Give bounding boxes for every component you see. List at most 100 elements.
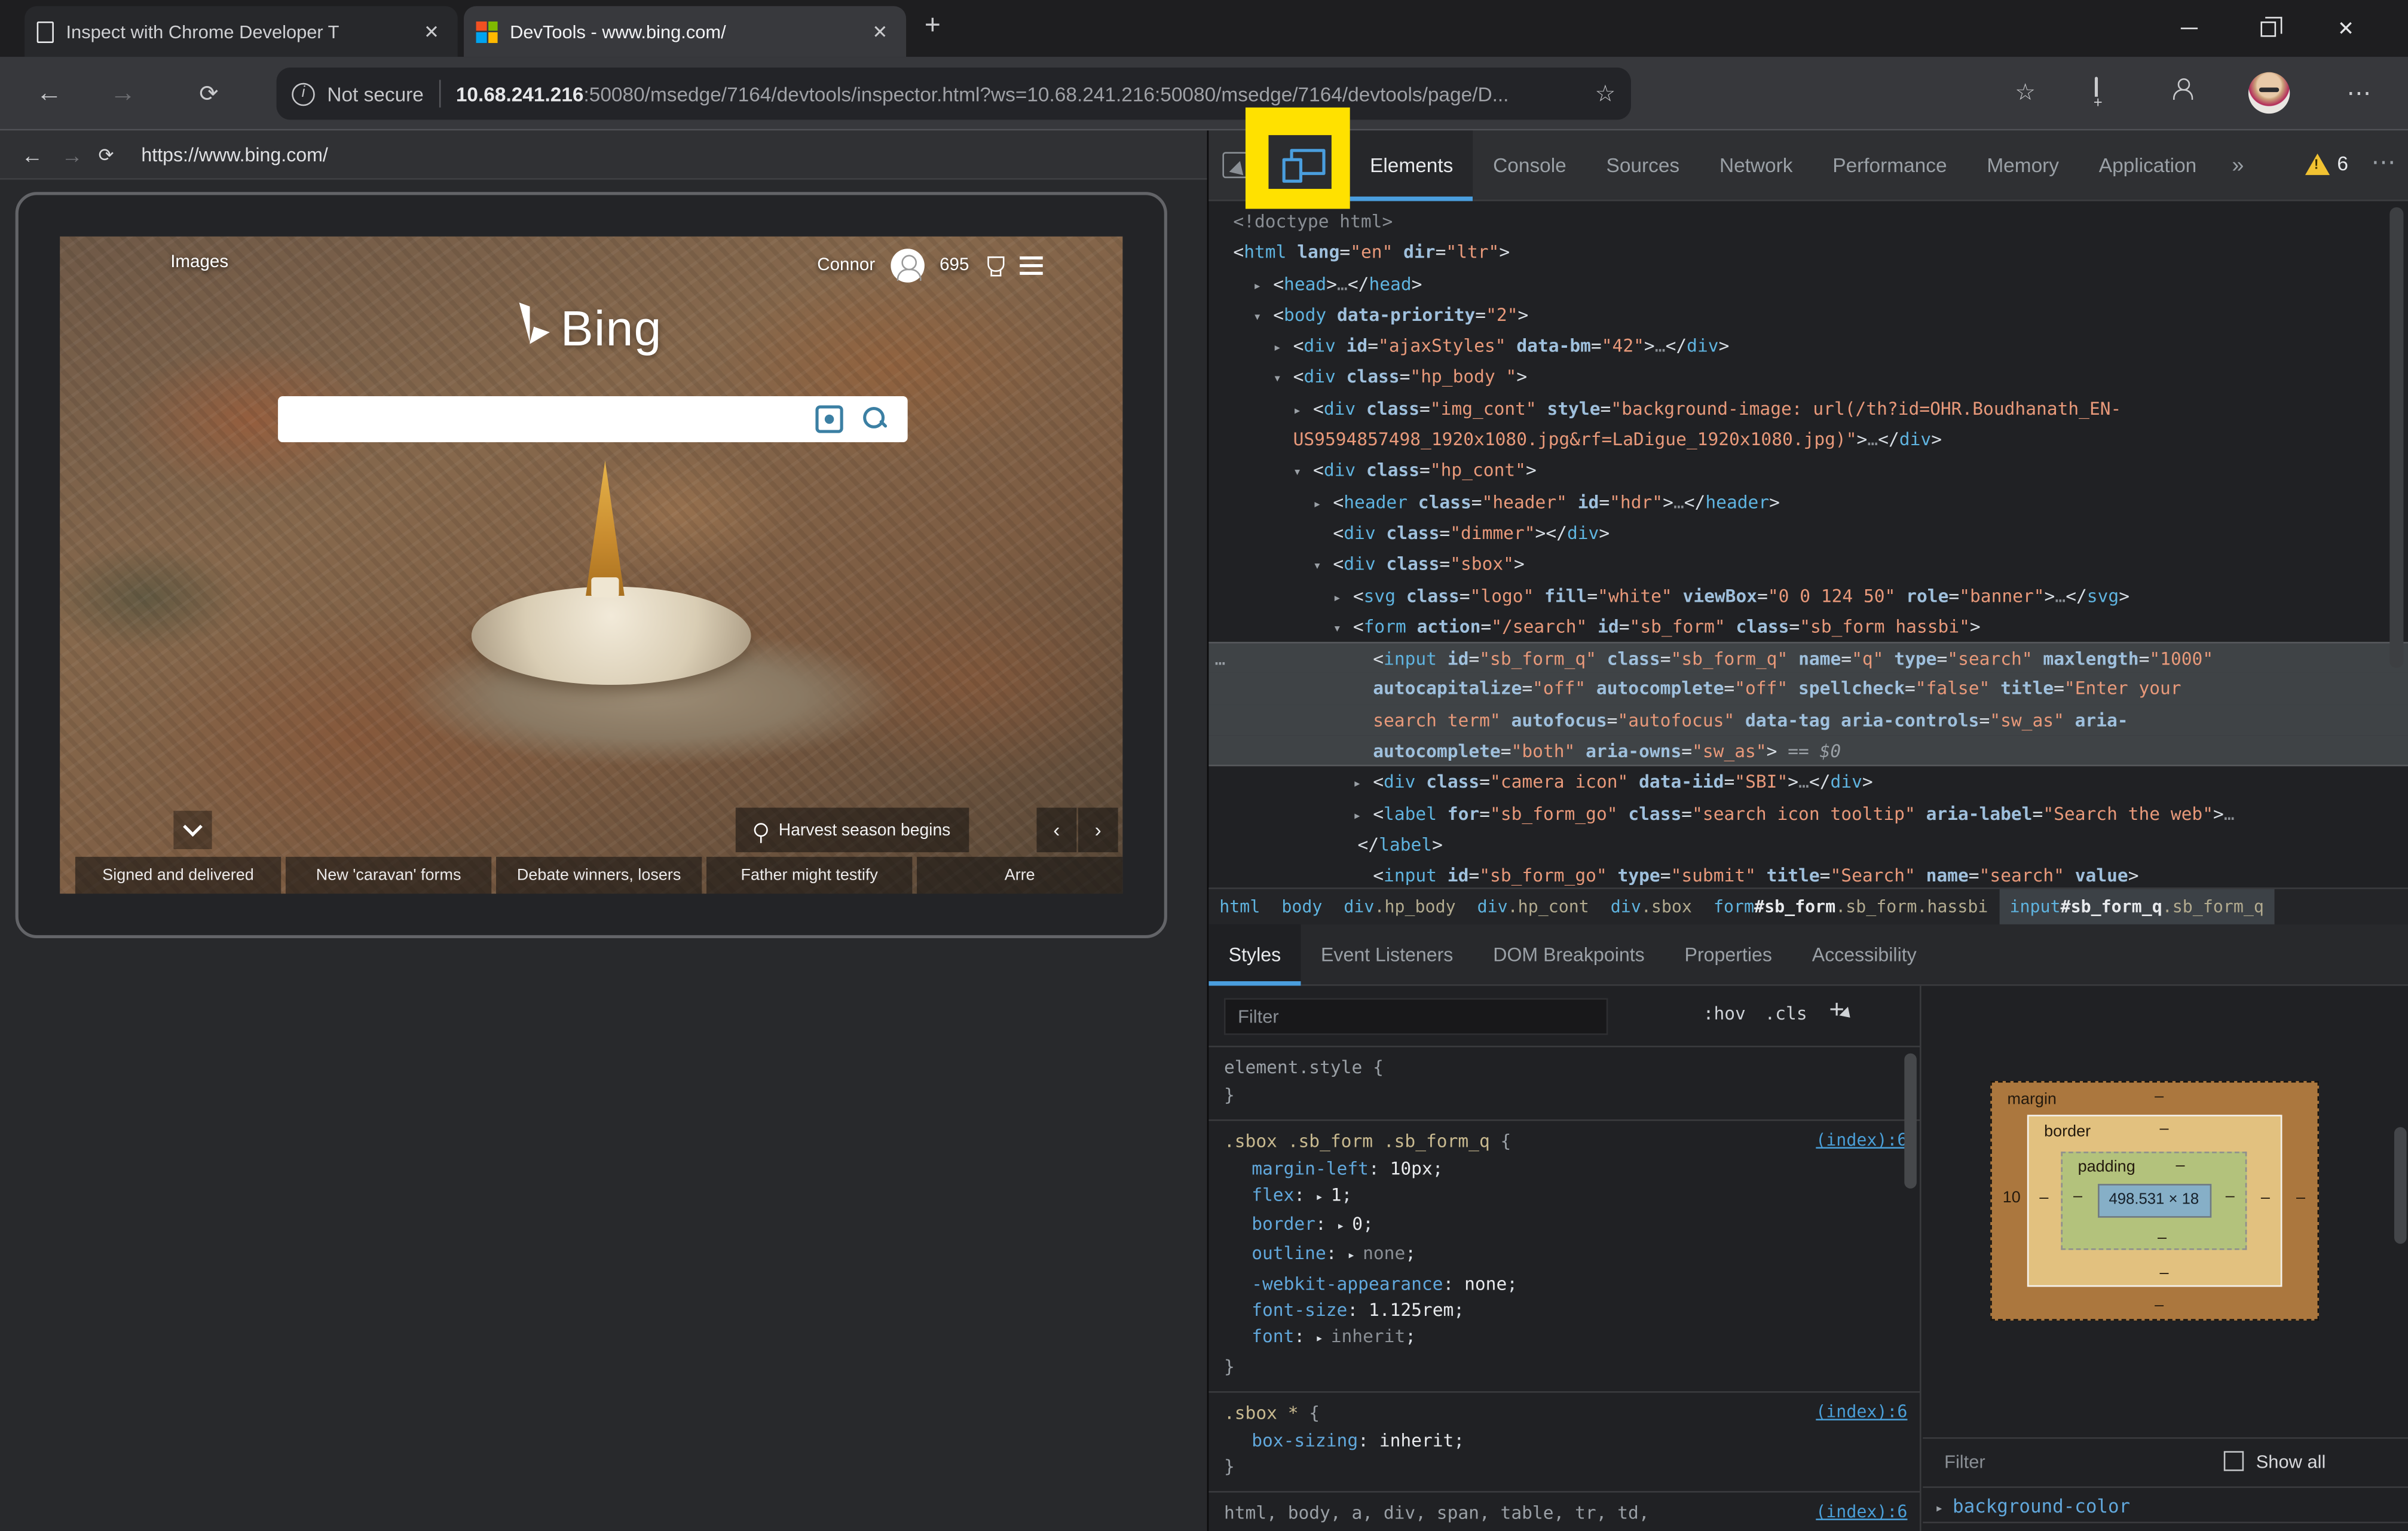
stylesheet-source-link[interactable]: (index):6 bbox=[1816, 1402, 1907, 1422]
refresh-button[interactable]: ⟳ bbox=[178, 57, 240, 130]
margin-top-value[interactable]: – bbox=[2155, 1087, 2164, 1106]
stylesheet-source-link[interactable]: (index):6 bbox=[1816, 1502, 1907, 1522]
computed-filter-placeholder[interactable]: Filter bbox=[1944, 1451, 1985, 1472]
styles-tab-event-listeners[interactable]: Event Listeners bbox=[1301, 924, 1473, 986]
styles-tab-accessibility[interactable]: Accessibility bbox=[1792, 924, 1936, 986]
dom-tree-line[interactable]: ▸ <div class="img_cont" style="background… bbox=[1208, 393, 2408, 424]
collapse-arrow-icon[interactable]: ▾ bbox=[1313, 552, 1333, 583]
browser-tab-inactive[interactable]: Inspect with Chrome Developer T ✕ bbox=[25, 6, 458, 57]
issues-warning-badge[interactable]: 6 bbox=[2305, 152, 2348, 175]
dom-tree-line[interactable]: ▾ <body data-priority="2"> bbox=[1208, 299, 2408, 330]
more-actions-indicator[interactable]: … bbox=[1215, 644, 1227, 675]
expand-arrow-icon[interactable]: ▸ bbox=[1333, 583, 1353, 614]
visual-search-camera-icon[interactable] bbox=[815, 405, 843, 433]
dom-tree-line[interactable]: <div class="dimmer"></div> bbox=[1208, 518, 2408, 549]
news-card[interactable]: Arre bbox=[917, 856, 1123, 894]
url-text[interactable]: 10.68.241.216:50080/msedge/7164/devtools… bbox=[456, 82, 1583, 105]
breadcrumb-item[interactable]: form#sb_form.sb_form.hassbi bbox=[1703, 889, 1999, 924]
expand-arrow-icon[interactable]: ▸ bbox=[1353, 801, 1373, 832]
css-property[interactable]: margin-left: 10px; bbox=[1224, 1156, 1904, 1182]
dom-tree-line[interactable]: </label> bbox=[1208, 829, 2408, 860]
padding-bottom-value[interactable]: – bbox=[2158, 1227, 2167, 1246]
news-card[interactable]: Father might testify bbox=[706, 856, 913, 894]
expand-arrow-icon[interactable]: ▸ bbox=[1293, 396, 1313, 427]
breadcrumb-item[interactable]: div.hp_body bbox=[1333, 889, 1466, 924]
expand-arrow-icon[interactable]: ▸ bbox=[1273, 333, 1293, 365]
dom-tree-line[interactable]: ▸ <svg class="logo" fill="white" viewBox=… bbox=[1208, 580, 2408, 611]
dom-tree-line[interactable]: <!doctype html> bbox=[1208, 206, 2408, 237]
dom-tree-line[interactable]: search term" autofocus="autofocus" data-… bbox=[1208, 704, 2408, 736]
scroll-down-button[interactable] bbox=[173, 810, 212, 849]
device-toolbar-icon[interactable] bbox=[1281, 148, 1325, 182]
dom-tree-line[interactable]: <input id="sb_form_go" type="submit" tit… bbox=[1208, 861, 2408, 888]
browser-tab-active[interactable]: DevTools - www.bing.com/ ✕ bbox=[464, 6, 907, 57]
devtools-tab-console[interactable]: Console bbox=[1473, 130, 1586, 201]
dom-tree-line[interactable]: ▸ <label for="sb_form_go" class="search i… bbox=[1208, 798, 2408, 829]
devtools-tab-memory[interactable]: Memory bbox=[1967, 130, 2079, 201]
css-rule[interactable]: html, body, a, div, span, table, tr, td,… bbox=[1208, 1493, 1920, 1531]
css-property[interactable]: font: ▸ inherit; bbox=[1224, 1324, 1904, 1354]
new-tab-button[interactable]: + bbox=[925, 9, 941, 41]
breadcrumb-item[interactable]: body bbox=[1271, 889, 1333, 924]
favorite-star-icon[interactable]: ☆ bbox=[1595, 80, 1616, 108]
more-tabs-icon[interactable]: » bbox=[2217, 130, 2259, 201]
dom-tree-line[interactable]: ▾ <form action="/search" id="sb_form" cla… bbox=[1208, 611, 2408, 642]
carousel-prev-button[interactable]: ‹ bbox=[1036, 807, 1077, 853]
dom-tree-line[interactable]: … <input id="sb_form_q" class="sb_form_q"… bbox=[1208, 642, 2408, 673]
images-link[interactable]: Images bbox=[170, 253, 228, 272]
news-card[interactable]: Signed and delivered bbox=[75, 856, 282, 894]
box-model-diagram[interactable]: margin – 10 – – border – – – – padding –… bbox=[1990, 1080, 2320, 1321]
padding-right-value[interactable]: – bbox=[2226, 1186, 2235, 1205]
collapse-arrow-icon[interactable]: ▾ bbox=[1273, 365, 1293, 396]
close-button[interactable]: ✕ bbox=[2310, 0, 2382, 57]
image-caption-pill[interactable]: Harvest season begins bbox=[735, 807, 969, 853]
show-all-checkbox[interactable] bbox=[2223, 1451, 2244, 1471]
breadcrumb-item[interactable]: input#sb_form_q.sb_form_q bbox=[1999, 889, 2275, 924]
tab-close-icon[interactable]: ✕ bbox=[866, 21, 894, 42]
favorites-bar-icon[interactable]: ☆ bbox=[2015, 78, 2036, 106]
dom-tree-line[interactable]: US9594857498_1920x1080.jpg&rf=LaDigue_19… bbox=[1208, 424, 2408, 455]
styles-tab-properties[interactable]: Properties bbox=[1665, 924, 1792, 986]
expand-arrow-icon[interactable]: ▸ bbox=[1313, 489, 1333, 520]
padding-top-value[interactable]: – bbox=[2176, 1156, 2185, 1174]
computed-property-row[interactable]: ▸ background-color bbox=[1923, 1486, 2408, 1524]
forward-icon[interactable]: → bbox=[62, 130, 83, 179]
inspect-element-icon[interactable] bbox=[1222, 152, 1249, 179]
dom-tree-line[interactable]: ▾ <div class="hp_cont"> bbox=[1208, 455, 2408, 486]
styles-tab-styles[interactable]: Styles bbox=[1208, 924, 1301, 986]
dom-tree-line[interactable]: autocapitalize="off" autocomplete="off" … bbox=[1208, 673, 2408, 705]
breadcrumb-item[interactable]: html bbox=[1208, 889, 1271, 924]
back-button[interactable]: ← bbox=[19, 57, 80, 130]
css-property[interactable]: -webkit-appearance: none; bbox=[1224, 1271, 1904, 1297]
margin-bottom-value[interactable]: – bbox=[2155, 1296, 2164, 1315]
forward-button[interactable]: → bbox=[92, 57, 154, 130]
border-right-value[interactable]: – bbox=[2261, 1189, 2270, 1207]
dom-tree-line[interactable]: ▸ <div class="camera icon" data-iid="SBI"… bbox=[1208, 767, 2408, 798]
collections-icon[interactable] bbox=[2094, 76, 2098, 106]
refresh-icon[interactable]: ⟳ bbox=[98, 130, 114, 179]
css-rule[interactable]: .sbox * {(index):6 box-sizing: inherit;} bbox=[1208, 1393, 1920, 1493]
news-card[interactable]: Debate winners, losers bbox=[495, 856, 702, 894]
css-property[interactable]: border: ▸ 0; bbox=[1224, 1212, 1904, 1242]
padding-left-value[interactable]: – bbox=[2073, 1186, 2082, 1205]
dom-tree-line[interactable]: ▾ <div class="sbox"> bbox=[1208, 549, 2408, 580]
box-model-content[interactable]: 498.531 × 18 bbox=[2097, 1183, 2211, 1217]
css-property[interactable]: flex: ▸ 1; bbox=[1224, 1182, 1904, 1212]
stylesheet-source-link[interactable]: (index):6 bbox=[1816, 1130, 1907, 1150]
dom-tree-line[interactable]: ▸ <head>…</head> bbox=[1208, 268, 2408, 299]
breadcrumb-item[interactable]: div.sbox bbox=[1600, 889, 1703, 924]
collapse-arrow-icon[interactable]: ▾ bbox=[1253, 302, 1273, 333]
rewards-points[interactable]: 695 bbox=[940, 256, 969, 275]
css-property[interactable]: outline: ▸ none; bbox=[1224, 1241, 1904, 1271]
styles-filter-input[interactable] bbox=[1223, 998, 1608, 1035]
dom-tree-line[interactable]: ▾ <div class="hp_body "> bbox=[1208, 362, 2408, 393]
border-bottom-value[interactable]: – bbox=[2160, 1264, 2169, 1282]
search-magnifier-icon[interactable] bbox=[862, 405, 889, 433]
news-card[interactable]: New 'caravan' forms bbox=[285, 856, 492, 894]
toggle-pseudo-state-button[interactable]: :hov bbox=[1703, 1003, 1746, 1024]
collapse-arrow-icon[interactable]: ▾ bbox=[1333, 614, 1353, 645]
border-left-value[interactable]: – bbox=[2039, 1189, 2048, 1207]
dom-tree-line[interactable]: autocomplete="both" aria-owns="sw_as"> =… bbox=[1208, 735, 2408, 767]
styles-tab-dom-breakpoints[interactable]: DOM Breakpoints bbox=[1473, 924, 1665, 986]
tab-close-icon[interactable]: ✕ bbox=[418, 21, 445, 42]
